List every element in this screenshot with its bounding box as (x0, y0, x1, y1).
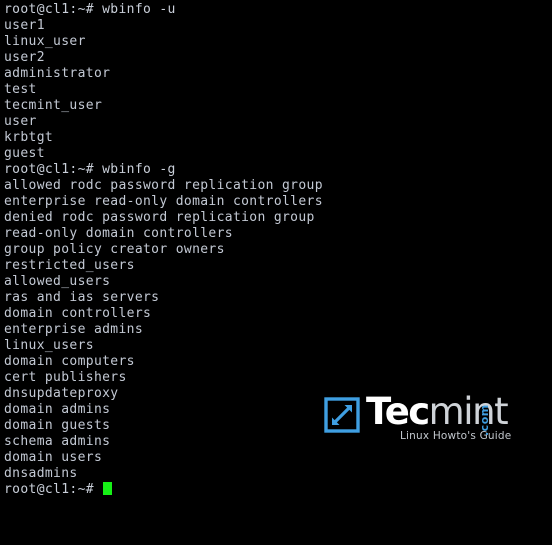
terminal-output-line: linux_users (4, 338, 94, 353)
terminal-output-line: allowed_users (4, 274, 111, 289)
tecmint-watermark: Tec mint .com Linux Howto's Guide (324, 390, 512, 446)
terminal-output-line: domain controllers (4, 306, 152, 321)
tecmint-logo-text: Tec mint .com Linux Howto's Guide (366, 390, 512, 443)
tecmint-logo-icon (324, 397, 360, 433)
brand-tagline: Linux Howto's Guide (400, 430, 512, 443)
terminal-output-line: domain computers (4, 354, 135, 369)
terminal-command-line: root@cl1:~# wbinfo -u (4, 2, 176, 17)
terminal-output-line: ras and ias servers (4, 290, 160, 305)
brand-secondary-text: mint (428, 390, 509, 433)
terminal-output-line: enterprise read-only domain controllers (4, 194, 323, 209)
terminal-output-line: tecmint_user (4, 98, 103, 113)
terminal-output-line: enterprise admins (4, 322, 144, 337)
terminal-output-line: user (4, 114, 37, 129)
brand-primary-text: Tec (366, 390, 430, 433)
terminal-output-line: guest (4, 146, 45, 161)
terminal-output-line: user1 (4, 18, 45, 33)
terminal-output-line: denied rodc password replication group (4, 210, 315, 225)
terminal-output-line: group policy creator owners (4, 242, 225, 257)
brand-tld-text: .com (478, 404, 491, 436)
terminal-output-line: krbtgt (4, 130, 54, 145)
terminal-output-line: restricted_users (4, 258, 135, 273)
terminal-output-line: linux_user (4, 34, 86, 49)
terminal-command-line: root@cl1:~# wbinfo -g (4, 162, 176, 177)
terminal-output-line: user2 (4, 50, 45, 65)
terminal-window[interactable]: root@cl1:~# wbinfo -u user1 linux_user user… (0, 0, 552, 545)
terminal-output-line: dnsadmins (4, 466, 78, 481)
terminal-output-line: cert publishers (4, 370, 127, 385)
terminal-output-line: administrator (4, 66, 111, 81)
terminal-output-line: read-only domain controllers (4, 226, 233, 241)
terminal-output-line: test (4, 82, 37, 97)
terminal-output-line: domain users (4, 450, 103, 465)
tecmint-wordmark: Tec mint .com (366, 390, 509, 436)
shell-prompt: root@cl1:~# (4, 482, 103, 497)
terminal-active-prompt-line[interactable]: root@cl1:~# (4, 482, 552, 498)
block-cursor (103, 482, 113, 495)
terminal-output-line: allowed rodc password replication group (4, 178, 323, 193)
